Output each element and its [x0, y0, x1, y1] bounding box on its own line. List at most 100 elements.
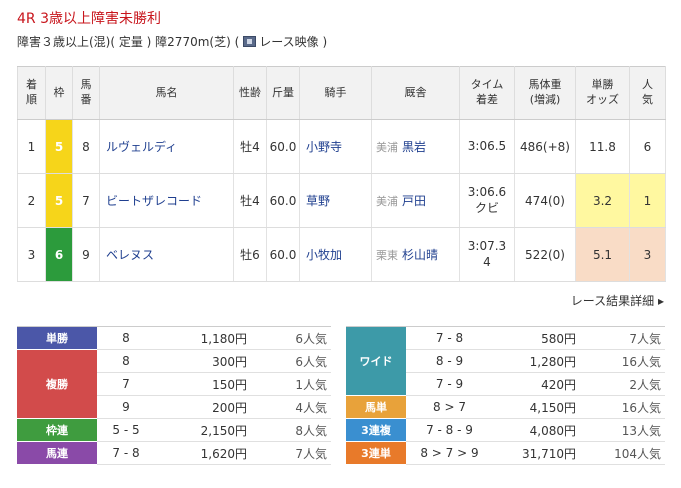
finish-time: 3:07.3 [467, 238, 507, 253]
horse-number: 8 [72, 119, 100, 174]
jockey-link[interactable]: 小野寺 [299, 119, 372, 174]
video-icon[interactable] [243, 36, 257, 47]
payout-combination: 7 - 8 [406, 326, 493, 350]
rank: 2 [17, 173, 46, 228]
race-detail-link[interactable]: レース結果詳細 ▸ [571, 292, 664, 309]
header-cell: 性齢 [233, 66, 267, 120]
trainer-belong: 美浦 [376, 141, 398, 154]
payout-table-right: ワイド 7 - 8 580円 7人気 8 - 9 1,280円 16人気 7 - 9 420円 2… [346, 326, 665, 465]
trainer-link[interactable]: 黒岩 [402, 140, 426, 154]
payout-amount: 4,150円 [493, 395, 580, 419]
horse-name-link[interactable]: ルヴェルディ [99, 119, 234, 174]
payout-combination: 7 - 8 - 9 [406, 418, 493, 442]
payout-row-umaren: 馬連 7 - 8 1,620円 7人気 [17, 441, 331, 465]
payout-combination: 8 [97, 326, 155, 350]
result-row: 1 5 8 ルヴェルディ 牡4 60.0 小野寺 美浦 黒岩 3:06.5 486(+8) 11.8 6 [17, 119, 666, 174]
payout-amount: 2,150円 [155, 418, 251, 442]
jockey-link[interactable]: 小牧加 [299, 227, 372, 282]
trainer-cell: 美浦 黒岩 [371, 119, 460, 174]
sex-age: 牡4 [233, 173, 267, 228]
header-cell: 人 気 [629, 66, 666, 120]
payout-row-fukusho: 複勝 8 300円 6人気 [17, 349, 331, 419]
payout-combination: 8 - 9 [406, 349, 493, 373]
payout-combination: 8 [97, 349, 155, 373]
popularity: 3 [629, 227, 666, 282]
carried-weight: 60.0 [266, 173, 300, 228]
payout-popularity: 4人気 [251, 395, 331, 419]
win-odds: 3.2 [575, 173, 630, 228]
race-result-table: 着 順枠馬 番馬名 性齢 斤量 騎手 厩舎 タイム 着差 馬体重 (増減) 単勝 オッズ人 気… [17, 66, 666, 282]
race-title: 4R 3歳以上障害未勝利 [17, 11, 161, 27]
header-cell: タイム 着差 [459, 66, 515, 120]
trainer-belong: 美浦 [376, 195, 398, 208]
payout-popularity: 8人気 [251, 418, 331, 442]
finish-time: 3:06.5 [467, 138, 507, 153]
payout-popularity: 6人気 [251, 349, 331, 373]
header-cell: 斤量 [266, 66, 300, 120]
payout-amount: 1,620円 [155, 441, 251, 465]
payout-amount: 4,080円 [493, 418, 580, 442]
payout-popularity: 16人気 [580, 349, 665, 373]
payout-popularity: 2人気 [580, 372, 665, 396]
payout-amount: 31,710円 [493, 441, 580, 465]
bet-type-label: 馬連 [17, 441, 97, 465]
bet-type-label: 枠連 [17, 418, 97, 442]
bet-type-label: 3連複 [346, 418, 406, 442]
trainer-link[interactable]: 杉山晴 [402, 248, 438, 262]
waku-number: 5 [45, 119, 73, 174]
horse-name-link[interactable]: ベレヌス [99, 227, 234, 282]
payout-row-wide: ワイド 7 - 8 580円 7人気 [346, 326, 665, 396]
payout-combination: 9 [97, 395, 155, 419]
waku-number: 5 [45, 173, 73, 228]
payout-combination: 7 [97, 372, 155, 396]
trainer-cell: 栗東 杉山晴 [371, 227, 460, 282]
horse-number: 9 [72, 227, 100, 282]
header-cell: 単勝 オッズ [575, 66, 630, 120]
trainer-link[interactable]: 戸田 [402, 194, 426, 208]
payout-row-umatan: 馬単 8 > 7 4,150円 16人気 [346, 395, 665, 419]
time-cell: 3:06.5 [459, 119, 515, 174]
payout-combination: 5 - 5 [97, 418, 155, 442]
payout-popularity: 7人気 [251, 441, 331, 465]
payout-amount: 1,280円 [493, 349, 580, 373]
payout-row-tansho: 単勝 8 1,180円 6人気 [17, 326, 331, 350]
header-cell: 馬名 [99, 66, 234, 120]
trainer-belong: 栗東 [376, 249, 398, 262]
payout-popularity: 16人気 [580, 395, 665, 419]
jockey-link[interactable]: 草野 [299, 173, 372, 228]
payout-popularity: 6人気 [251, 326, 331, 350]
result-row: 2 5 7 ビートザレコード 牡4 60.0 草野 美浦 戸田 3:06.6 クビ 474(0) 3.2… [17, 173, 666, 228]
horse-number: 7 [72, 173, 100, 228]
payout-popularity: 7人気 [580, 326, 665, 350]
popularity: 6 [629, 119, 666, 174]
payout-combination: 7 - 9 [406, 372, 493, 396]
carried-weight: 60.0 [266, 119, 300, 174]
header-cell: 枠 [45, 66, 73, 120]
race-video-link[interactable]: レース映像 ) [259, 33, 327, 50]
payout-amount: 420円 [493, 372, 580, 396]
payout-combination: 7 - 8 [97, 441, 155, 465]
payout-row-wakuren: 枠連 5 - 5 2,150円 8人気 [17, 418, 331, 442]
horse-name-link[interactable]: ビートザレコード [99, 173, 234, 228]
body-weight: 522(0) [514, 227, 576, 282]
result-row: 3 6 9 ベレヌス 牡6 60.0 小牧加 栗東 杉山晴 3:07.3 4 522(0) 5.1 3 [17, 227, 666, 282]
payout-amount: 580円 [493, 326, 580, 350]
header-cell: 騎手 [299, 66, 372, 120]
race-conditions: 障害３歳以上(混)( 定量 ) 障2770m(芝) ( レース映像 ) [17, 33, 327, 50]
payout-table-left: 単勝 8 1,180円 6人気 複勝 8 300円 6人気 7 150円 1人気 9 200円 4人気 枠連… [17, 326, 331, 465]
waku-number: 6 [45, 227, 73, 282]
bet-type-label: 複勝 [17, 349, 97, 419]
payout-popularity: 104人気 [580, 441, 665, 465]
race-conditions-text: 障害３歳以上(混)( 定量 ) 障2770m(芝) ( [17, 35, 240, 49]
payout-amount: 1,180円 [155, 326, 251, 350]
payout-popularity: 1人気 [251, 372, 331, 396]
body-weight: 474(0) [514, 173, 576, 228]
win-odds: 5.1 [575, 227, 630, 282]
carried-weight: 60.0 [266, 227, 300, 282]
finish-time: 3:06.6 [467, 184, 507, 199]
payout-popularity: 13人気 [580, 418, 665, 442]
rank: 3 [17, 227, 46, 282]
body-weight: 486(+8) [514, 119, 576, 174]
header-cell: 厩舎 [371, 66, 460, 120]
time-cell: 3:06.6 クビ [459, 173, 515, 228]
